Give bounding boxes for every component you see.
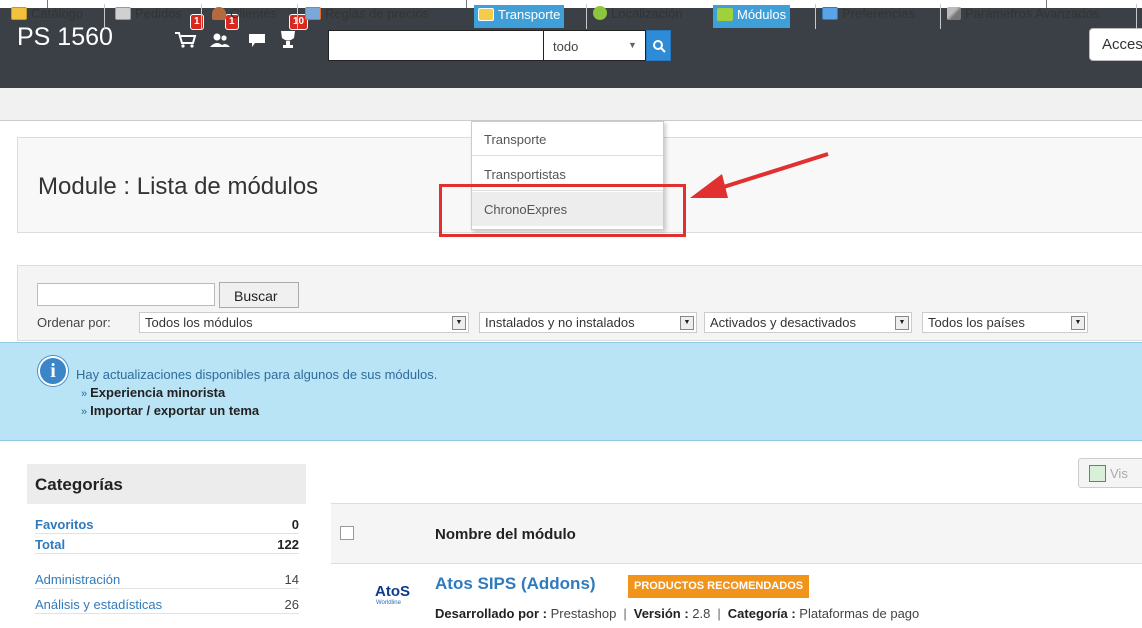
country-filter-select[interactable]: Todos los países ▼ (922, 312, 1088, 333)
menu-item-clientes[interactable]: Clientes (212, 6, 281, 26)
module-filter-select[interactable]: Todos los módulos ▼ (139, 312, 469, 333)
chevron-down-icon: ▼ (452, 316, 466, 330)
category-row[interactable]: Total 122 (35, 535, 299, 554)
search-icon (653, 40, 666, 53)
submenu-item-transporte[interactable]: Transporte (472, 122, 663, 156)
order-label: Ordenar por: (37, 315, 111, 330)
select-all-checkbox[interactable] (340, 526, 354, 540)
chevron-down-icon: ▼ (1071, 316, 1085, 330)
chevron-down-icon: ▼ (628, 40, 637, 50)
menu-divider (201, 4, 202, 29)
chevron-down-icon: ▼ (680, 316, 694, 330)
search-modules-button[interactable]: Buscar (219, 282, 299, 308)
module-meta: Desarrollado por : Prestashop | Versión : … (435, 606, 920, 621)
wrench-icon (947, 7, 961, 20)
header-search-input[interactable] (328, 30, 544, 61)
category-row[interactable]: Favoritos 0 (35, 515, 299, 534)
recommended-badge: PRODUCTOS RECOMENDADOS (628, 575, 810, 598)
chat-icon (249, 34, 265, 47)
categories-header: Categorías (27, 464, 306, 504)
menu-item-localizacion[interactable]: Localización (593, 6, 687, 26)
annotation-arrow-icon (690, 152, 829, 198)
menu-divider (586, 4, 587, 29)
install-filter-select[interactable]: Instalados y no instalados ▼ (479, 312, 697, 333)
customers-icon (212, 7, 226, 20)
access-button[interactable]: Acces (1089, 28, 1142, 61)
orders-icon (115, 7, 131, 20)
menu-item-transporte[interactable]: Transporte (474, 5, 565, 28)
menu-item-reglas-de-precios[interactable]: Reglas de precios (305, 6, 433, 26)
status-filter-select[interactable]: Activados y desactivados ▼ (704, 312, 912, 333)
truck-icon (478, 8, 494, 21)
cart-notification[interactable]: 1 (172, 14, 204, 50)
menu-divider (297, 4, 298, 29)
customers-notification[interactable]: 1 (207, 14, 239, 50)
folder-icon (11, 7, 27, 20)
shop-brand[interactable]: PS 1560 (17, 23, 113, 52)
view-toggle-button[interactable]: Vis (1078, 458, 1142, 488)
highlight-box (439, 184, 686, 237)
menu-divider (940, 4, 941, 29)
atos-logo: AtoS Worldline (375, 583, 410, 606)
info-link-experiencia-minorista[interactable]: » Experiencia minorista (81, 385, 225, 400)
menu-divider (815, 4, 816, 29)
info-link-importar-exportar-tema[interactable]: » Importar / exportar un tema (81, 403, 259, 418)
page-title: Module : Lista de módulos (38, 173, 319, 200)
menu-item-parametros-avanzados[interactable]: Parámetros Avanzados (947, 6, 1103, 26)
main-menu (0, 88, 1142, 121)
price-rules-icon (305, 7, 321, 20)
trophy-notification[interactable]: 10 (275, 14, 309, 50)
info-icon: i (38, 356, 68, 386)
category-row[interactable]: Análisis y estadísticas 26 (35, 595, 299, 614)
globe-icon (593, 6, 607, 20)
preferences-icon (822, 7, 838, 20)
module-name-column-header: Nombre del módulo (435, 526, 576, 543)
menu-divider (1136, 4, 1137, 29)
chevron-down-icon: ▼ (895, 316, 909, 330)
module-name-link[interactable]: Atos SIPS (Addons) (435, 574, 596, 594)
access-label: Acces (1102, 36, 1142, 53)
puzzle-icon (717, 8, 733, 21)
module-search-input[interactable] (37, 283, 215, 306)
strip-divider (466, 0, 467, 8)
search-button[interactable] (646, 30, 671, 61)
view-icon (1089, 465, 1106, 482)
menu-item-catalogo[interactable]: Catálogo (11, 6, 87, 26)
category-row[interactable]: Administración 14 (35, 570, 299, 589)
updates-message: Hay actualizaciones disponibles para alg… (76, 367, 438, 382)
menu-item-modulos[interactable]: Módulos (713, 5, 791, 28)
search-scope-select[interactable]: todo ▼ (544, 30, 646, 61)
messages-notification[interactable] (246, 26, 274, 50)
menu-item-preferencias[interactable]: Preferencias (822, 6, 919, 26)
menu-item-pedidos[interactable]: Pedidos (115, 6, 186, 26)
search-scope-value: todo (553, 39, 579, 54)
menu-divider (104, 4, 105, 29)
